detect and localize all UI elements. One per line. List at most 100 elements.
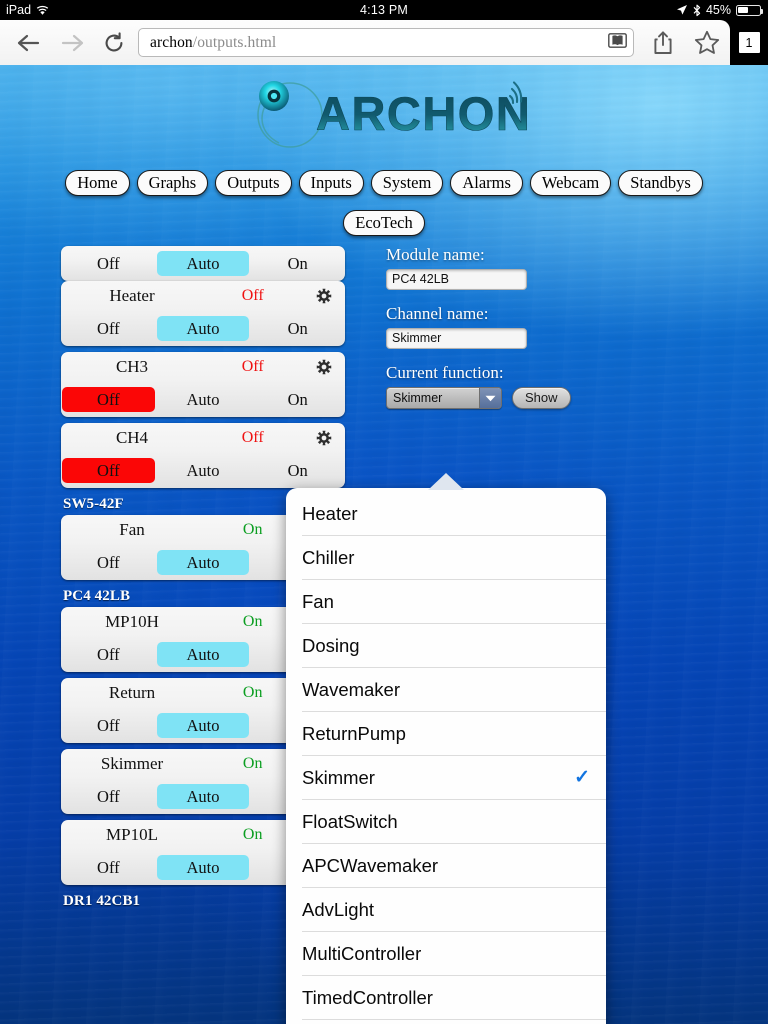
- mode-button-off[interactable]: Off: [62, 316, 155, 341]
- channel-mode-buttons: OffAutoOn: [61, 382, 345, 417]
- mode-button-on[interactable]: On: [251, 387, 344, 412]
- module-name-input[interactable]: PC4 42LB: [386, 269, 527, 290]
- share-icon[interactable]: [642, 30, 684, 55]
- show-button[interactable]: Show: [512, 387, 571, 409]
- channel-name-label: Fan: [119, 520, 145, 539]
- function-option[interactable]: FloatSwitch: [302, 800, 606, 844]
- mode-button-off[interactable]: Off: [62, 458, 155, 483]
- bookmark-star-icon[interactable]: [684, 30, 730, 55]
- reload-icon[interactable]: [94, 31, 134, 54]
- current-function-select[interactable]: Skimmer: [386, 387, 502, 409]
- status-bar-left: iPad: [0, 3, 200, 17]
- channel-header-row: CH3 Off: [61, 352, 345, 382]
- mode-button-off[interactable]: Off: [62, 784, 155, 809]
- mode-button-auto[interactable]: Auto: [157, 387, 250, 412]
- function-option[interactable]: Chiller: [302, 536, 606, 580]
- module-name-label: Module name:: [386, 245, 485, 264]
- mode-button-auto[interactable]: Auto: [156, 642, 250, 667]
- function-option[interactable]: APCWavemaker: [302, 844, 606, 888]
- function-option[interactable]: Dosing: [302, 624, 606, 668]
- function-option-label: Fan: [302, 590, 334, 612]
- mode-button-auto[interactable]: Auto: [156, 855, 250, 880]
- checkmark-icon: ✓: [574, 767, 590, 788]
- nav-link-graphs[interactable]: Graphs: [136, 170, 209, 197]
- mode-button-off[interactable]: Off: [62, 713, 155, 738]
- channel-mode-buttons: OffAutoOn: [61, 453, 345, 488]
- mode-button-on[interactable]: On: [251, 458, 344, 483]
- function-option[interactable]: Wavemaker: [302, 668, 606, 712]
- tab-count-label: 1: [738, 32, 760, 53]
- nav-link-ecotech[interactable]: EcoTech: [343, 210, 425, 237]
- popover-arrow: [428, 473, 464, 490]
- channel-name-label: Skimmer: [100, 754, 164, 773]
- function-option[interactable]: MultiController: [302, 932, 606, 976]
- function-option[interactable]: AdvLight: [302, 888, 606, 932]
- gear-icon[interactable]: [302, 359, 345, 375]
- mode-button-off[interactable]: Off: [62, 387, 155, 412]
- svg-text:ARCHON: ARCHON: [316, 87, 531, 140]
- channel-mode-buttons: OffAutoOn: [61, 246, 345, 281]
- mode-button-on[interactable]: On: [251, 251, 344, 276]
- channel-name-label: Return: [108, 683, 156, 702]
- reader-view-icon[interactable]: [608, 32, 627, 53]
- channel-card: CH3 Off Off Auto On: [61, 352, 345, 417]
- chevron-down-icon: [479, 388, 501, 408]
- channel-card: Off Auto On: [61, 246, 345, 281]
- gear-icon[interactable]: [302, 430, 345, 446]
- channel-name-label: Channel name:: [386, 304, 489, 323]
- mode-button-auto[interactable]: Auto: [156, 550, 250, 575]
- mode-button-auto[interactable]: Auto: [156, 251, 250, 276]
- tab-count-button[interactable]: 1: [730, 20, 768, 65]
- function-option[interactable]: ReturnPump: [302, 712, 606, 756]
- nav-link-standbys[interactable]: Standbys: [618, 170, 703, 197]
- function-options-popover: Heater Chiller Fan Dosing Wavemaker ReturnPum…: [286, 488, 606, 1024]
- mode-button-auto[interactable]: Auto: [157, 458, 250, 483]
- ios-status-bar: iPad 4:13 PM 45%: [0, 0, 768, 20]
- mode-button-off[interactable]: Off: [62, 855, 155, 880]
- address-bar[interactable]: archon/outputs.html: [138, 28, 634, 57]
- battery-percent-label: 45%: [705, 3, 731, 17]
- channel-name-label: CH3: [115, 357, 149, 376]
- function-option-label: FloatSwitch: [302, 810, 398, 832]
- back-arrow-icon[interactable]: [6, 32, 50, 54]
- channel-name-input[interactable]: Skimmer: [386, 328, 527, 349]
- nav-link-inputs[interactable]: Inputs: [298, 170, 364, 197]
- function-option[interactable]: Skimmer ✓: [302, 756, 606, 800]
- channel-name-label: MP10H: [105, 612, 159, 631]
- mode-button-off[interactable]: Off: [62, 550, 155, 575]
- nav-link-webcam[interactable]: Webcam: [529, 170, 612, 197]
- nav-link-system[interactable]: System: [370, 170, 444, 197]
- web-page-content: ARCHON Home Graphs Outputs Inputs System Alar…: [0, 65, 768, 1024]
- battery-icon: [736, 4, 764, 16]
- nav-link-home[interactable]: Home: [65, 170, 130, 197]
- channel-header-row: CH4 Off: [61, 423, 345, 453]
- mode-button-auto[interactable]: Auto: [156, 784, 250, 809]
- channel-card: Heater Off Off Auto On: [61, 281, 345, 346]
- nav-link-outputs[interactable]: Outputs: [215, 170, 292, 197]
- forward-arrow-icon[interactable]: [50, 32, 94, 54]
- function-options-list: Heater Chiller Fan Dosing Wavemaker ReturnPum…: [286, 488, 606, 1024]
- url-host: archon: [150, 33, 193, 51]
- function-select-row: Skimmer Show: [386, 387, 686, 409]
- function-option[interactable]: TimedController: [302, 976, 606, 1020]
- function-option-label: TimedController: [302, 986, 433, 1008]
- channel-card: CH4 Off Off Auto On: [61, 423, 345, 488]
- function-option-label: APCWavemaker: [302, 854, 439, 876]
- mode-button-auto[interactable]: Auto: [156, 713, 250, 738]
- function-option[interactable]: MLC: [302, 1020, 606, 1024]
- nav-link-alarms[interactable]: Alarms: [450, 170, 523, 197]
- mode-button-auto[interactable]: Auto: [156, 316, 250, 341]
- channel-settings-form: Module name: PC4 42LB Channel name: Skim…: [386, 245, 686, 409]
- archon-logo-graphic: ARCHON: [257, 81, 531, 148]
- main-navigation: Home Graphs Outputs Inputs System Alarms Webca…: [0, 170, 768, 197]
- function-option[interactable]: Fan: [302, 580, 606, 624]
- mode-button-off[interactable]: Off: [62, 642, 155, 667]
- gear-icon[interactable]: [302, 288, 345, 304]
- function-option[interactable]: Heater: [302, 492, 606, 536]
- function-option-label: AdvLight: [302, 898, 374, 920]
- function-option-label: Skimmer: [302, 766, 375, 788]
- mode-button-on[interactable]: On: [251, 316, 344, 341]
- status-bar-right: 45%: [568, 3, 768, 17]
- channel-mode-buttons: OffAutoOn: [61, 311, 345, 346]
- mode-button-off[interactable]: Off: [62, 251, 155, 276]
